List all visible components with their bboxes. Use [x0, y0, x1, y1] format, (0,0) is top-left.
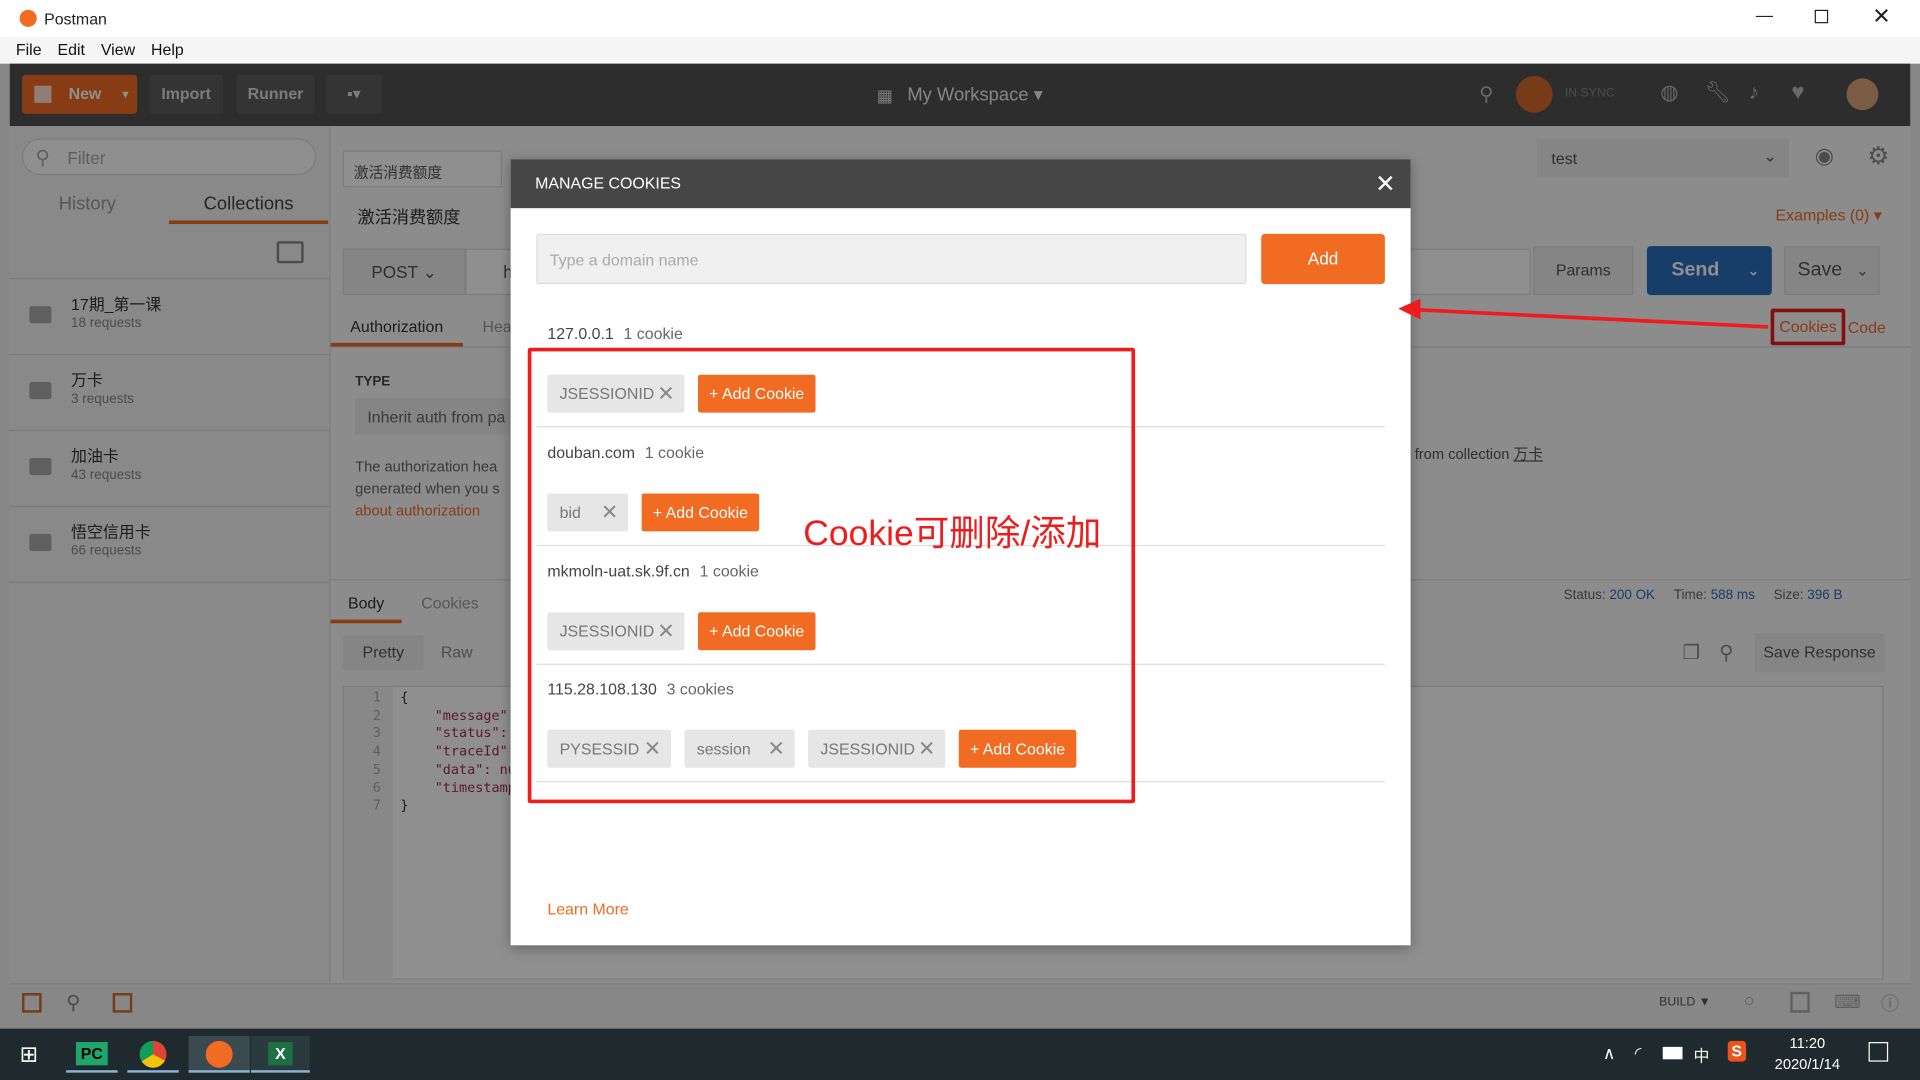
excel-icon[interactable]: X — [251, 1035, 310, 1073]
taskbar: ⊞ PC X ∧ ◜ 中 S 11:20 2020/1/14 — [0, 1028, 1920, 1080]
sogou-icon[interactable]: S — [1727, 1040, 1746, 1062]
battery-icon[interactable] — [1662, 1046, 1683, 1060]
ime-indicator[interactable]: 中 — [1693, 1043, 1709, 1066]
notification-icon[interactable] — [1868, 1042, 1889, 1062]
postman-icon[interactable] — [188, 1035, 250, 1073]
annotation-arrow — [1398, 298, 1769, 329]
tray-chevron-icon[interactable]: ∧ — [1603, 1043, 1616, 1064]
network-icon[interactable]: ◜ — [1635, 1043, 1642, 1064]
windows-start-icon[interactable]: ⊞ — [20, 1042, 38, 1068]
pycharm-icon[interactable]: PC — [66, 1036, 118, 1073]
clock[interactable]: 11:20 2020/1/14 — [1763, 1033, 1851, 1075]
chrome-icon[interactable] — [127, 1036, 179, 1073]
